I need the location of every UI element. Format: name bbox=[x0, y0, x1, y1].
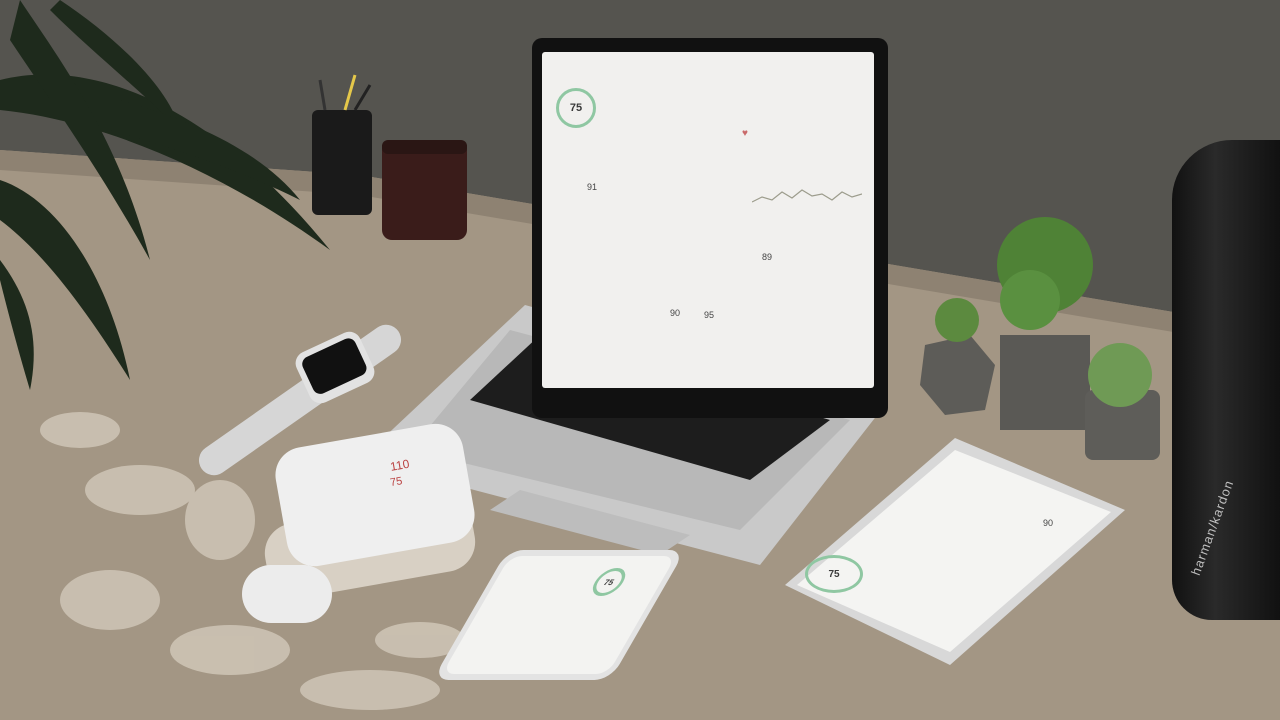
laptop-score-ring: 75 bbox=[556, 88, 596, 128]
tablet-score-ring: 75 bbox=[805, 555, 863, 593]
heart-icon: ♥ bbox=[742, 128, 748, 139]
laptop-chart bbox=[752, 189, 862, 203]
tablet-metric: 90 bbox=[1043, 518, 1054, 528]
phone-score-ring: 75 bbox=[586, 568, 632, 596]
bp-diastolic: 75 bbox=[389, 475, 404, 490]
laptop-screen: 75 ♥ 91 89 90 95 bbox=[532, 38, 888, 418]
laptop-pulse: 91 bbox=[587, 182, 598, 192]
tablet: 75 90 bbox=[775, 430, 1130, 668]
speaker: harman/kardon bbox=[1172, 140, 1280, 620]
succulent-pots bbox=[920, 217, 1160, 460]
bp-systolic: 110 bbox=[389, 456, 411, 474]
laptop-metric: 89 bbox=[762, 252, 773, 262]
phone-score: 75 bbox=[602, 577, 617, 587]
speaker-brand-label: harman/kardon bbox=[1188, 477, 1237, 578]
laptop-metric3: 95 bbox=[704, 310, 715, 320]
tablet-score: 75 bbox=[828, 568, 840, 580]
laptop-display: 75 ♥ 91 89 90 95 bbox=[542, 52, 874, 388]
pencil-cup bbox=[312, 74, 467, 240]
earbuds-case bbox=[242, 565, 332, 623]
laptop-score: 75 bbox=[569, 102, 583, 114]
laptop-metric2: 90 bbox=[670, 308, 681, 318]
